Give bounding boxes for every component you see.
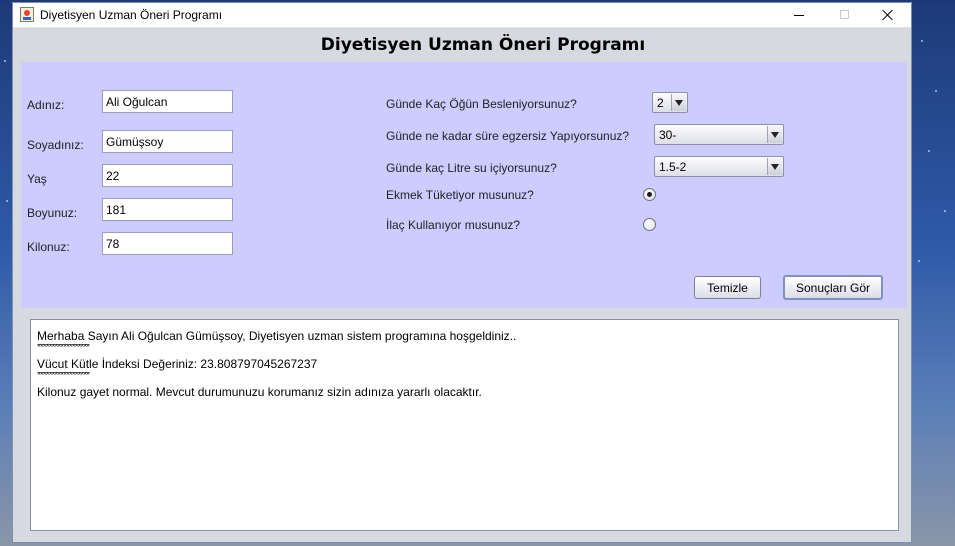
exercise-label: Günde ne kadar süre egzersiz Yapıyorsunu… xyxy=(386,129,630,143)
meals-select[interactable]: 2 xyxy=(652,92,688,113)
results-textarea[interactable]: Merhaba Sayın Ali Oğulcan Gümüşsoy, Diye… xyxy=(30,319,899,531)
medicine-label: İlaç Kullanıyor musunuz? xyxy=(386,218,521,232)
name-label: Adınız: xyxy=(27,98,65,112)
app-window: Diyetisyen Uzman Öneri Programı Diyetisy… xyxy=(12,2,912,543)
water-select-value: 1.5-2 xyxy=(659,160,687,174)
show-results-button[interactable]: Sonuçları Gör xyxy=(783,275,883,300)
weight-field[interactable]: 78 xyxy=(102,232,233,255)
minimize-button[interactable] xyxy=(776,3,822,27)
window-title: Diyetisyen Uzman Öneri Programı xyxy=(40,8,223,22)
meals-label: Günde Kaç Öğün Besleniyorsunuz? xyxy=(386,97,577,111)
maximize-button[interactable] xyxy=(822,3,868,27)
output-separator: ****************** xyxy=(37,372,90,380)
surname-label: Soyadınız: xyxy=(27,138,84,152)
page-header: Diyetisyen Uzman Öneri Programı xyxy=(13,28,911,62)
form-panel: Adınız: Ali Oğulcan Soyadınız: Gümüşsoy … xyxy=(21,62,907,308)
height-label: Boyunuz: xyxy=(27,206,78,220)
output-greeting: Merhaba Sayın Ali Oğulcan Gümüşsoy, Diye… xyxy=(37,329,517,343)
title-bar: Diyetisyen Uzman Öneri Programı xyxy=(13,3,911,28)
close-button[interactable] xyxy=(865,3,911,27)
name-field[interactable]: Ali Oğulcan xyxy=(102,90,233,113)
height-field[interactable]: 181 xyxy=(102,198,233,221)
bread-radio[interactable] xyxy=(643,188,656,201)
output-bmi: Vücut Kütle İndeksi Değeriniz: 23.808797… xyxy=(37,357,318,371)
meals-select-value: 2 xyxy=(657,96,664,110)
page-title: Diyetisyen Uzman Öneri Programı xyxy=(320,35,646,55)
clear-button[interactable]: Temizle xyxy=(694,276,761,299)
java-app-icon xyxy=(20,7,34,22)
bread-label: Ekmek Tüketiyor musunuz? xyxy=(386,188,534,202)
age-field[interactable]: 22 xyxy=(102,164,233,187)
output-separator: ****************** xyxy=(37,344,90,352)
chevron-down-icon xyxy=(671,94,686,111)
exercise-select[interactable]: 30- xyxy=(654,124,784,145)
exercise-select-value: 30- xyxy=(659,128,677,142)
surname-field[interactable]: Gümüşsoy xyxy=(102,130,233,153)
weight-label: Kilonuz: xyxy=(27,240,70,254)
water-label: Günde kaç Litre su içiyorsunuz? xyxy=(386,161,557,175)
age-label: Yaş xyxy=(27,172,47,186)
chevron-down-icon xyxy=(767,126,782,143)
output-advice: Kilonuz gayet normal. Mevcut durumunuzu … xyxy=(37,385,482,399)
chevron-down-icon xyxy=(767,158,782,175)
medicine-radio[interactable] xyxy=(643,218,656,231)
water-select[interactable]: 1.5-2 xyxy=(654,156,784,177)
